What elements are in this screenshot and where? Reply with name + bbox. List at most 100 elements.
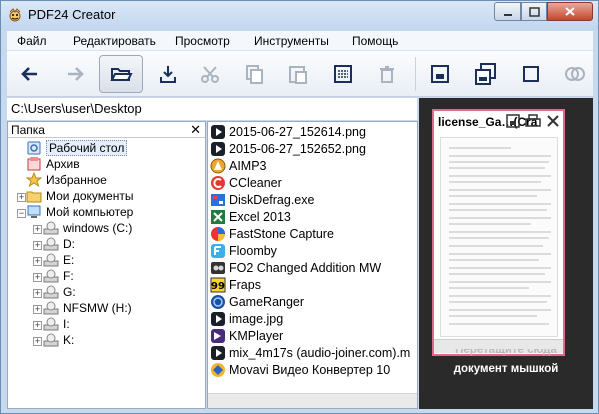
current-path: C:\Users\user\Desktop [11,101,142,116]
expand-toggle[interactable]: + [33,305,42,314]
tree-item-drive-d[interactable]: D: [43,236,75,252]
toolbar [7,51,593,97]
preview-page-thumbnail [440,137,558,337]
expand-toggle[interactable]: + [17,193,26,202]
cut-button[interactable] [191,55,229,93]
open-folder-icon [110,68,133,81]
merge-button[interactable] [556,55,594,93]
save-icon[interactable] [506,114,520,128]
folder-icon [26,191,42,203]
defrag-icon [211,193,225,206]
star-icon [26,172,42,188]
expand-toggle[interactable]: + [33,337,42,346]
file-item[interactable]: 99 Fraps [210,276,261,293]
tree-item-my-computer[interactable]: Мой компьютер [26,204,133,220]
file-item[interactable]: Excel 2013 [210,208,291,225]
delete-icon [380,66,394,83]
paste-icon [289,66,307,84]
delete-button[interactable] [368,55,406,93]
file-item[interactable]: 2015-06-27_152614.png [210,123,366,140]
close-tree-button[interactable]: ✕ [190,122,201,138]
fraps-icon: 99 [210,277,226,292]
compress-button[interactable] [324,55,362,93]
window-title: PDF24 Creator [28,7,116,22]
copy-button[interactable] [235,55,273,93]
path-bar[interactable]: C:\Users\user\Desktop [7,98,417,120]
tree-item-my-documents[interactable]: Мои документы [26,188,133,204]
close-icon[interactable] [547,115,559,127]
drop-hint: Перетащите сюда документ мышкой [453,349,559,375]
expand-toggle[interactable]: + [33,225,42,234]
tree-item-drive-k[interactable]: K: [43,332,74,348]
expand-toggle[interactable]: + [33,321,42,330]
save-as-icon [475,63,496,85]
expand-toggle[interactable]: + [33,241,42,250]
title-bar[interactable]: PDF24 Creator [1,1,598,30]
media-icon [211,141,225,156]
file-item[interactable]: FO2 Changed Addition MW [210,259,381,276]
file-item[interactable]: mix_4m17s (audio-joiner.com).m [210,344,410,361]
tree-item-drive-c[interactable]: windows (C:) [43,220,132,236]
open-folder-button[interactable] [99,55,143,93]
file-item[interactable]: KMPlayer [210,327,283,344]
expand-toggle[interactable]: + [33,257,42,266]
desktop-icon [27,141,41,155]
file-item[interactable]: CCleaner [210,174,282,191]
maximize-icon [528,6,540,17]
crop-button[interactable] [512,55,550,93]
tree-item-drive-e[interactable]: E: [43,252,74,268]
tree-item-drive-i[interactable]: I: [43,316,70,332]
save-button[interactable] [421,55,459,93]
maximize-button[interactable] [521,2,547,21]
forward-button[interactable] [56,55,94,93]
merge-icon [565,67,585,81]
file-item[interactable]: 2015-06-27_152652.png [210,140,366,157]
preview-document[interactable]: license_Ga…(Cra [432,109,565,356]
folder-tree-panel: Папка ✕ Рабочий стол Архив Избранное + М… [7,121,206,409]
save-icon [431,65,449,83]
import-button[interactable] [149,55,187,93]
preview-actions [506,114,559,128]
file-item[interactable]: Movavi Видео Конвертер 10 [210,361,390,378]
tree-item-archive[interactable]: Архив [26,156,80,172]
tree-item-drive-h[interactable]: NFSMW (H:) [43,300,132,316]
menu-edit[interactable]: Редактировать [73,34,156,48]
tree-item-drive-g[interactable]: G: [43,284,76,300]
close-icon [565,7,575,16]
save-as-button[interactable] [466,55,504,93]
tree-item-desktop[interactable]: Рабочий стол [26,140,128,156]
file-item[interactable]: Floomby [210,242,277,259]
paste-button[interactable] [279,55,317,93]
media-icon [211,345,225,360]
compress-icon [334,65,352,83]
file-item[interactable]: GameRanger [210,293,304,310]
app-window: PDF24 Creator Файл Редактировать Просмот… [0,0,599,414]
back-button[interactable] [11,55,49,93]
print-icon[interactable] [525,114,541,127]
expand-toggle[interactable]: + [33,289,42,298]
menu-tools[interactable]: Инструменты [254,34,329,48]
file-item[interactable]: DiskDefrag.exe [210,191,314,208]
menu-file[interactable]: Файл [17,34,47,48]
collapse-toggle[interactable]: − [17,209,26,218]
game-icon [211,261,225,274]
drive-icon [43,269,59,283]
horizontal-scrollbar[interactable] [208,393,417,408]
minimize-button[interactable] [494,2,521,21]
tree-item-favorites[interactable]: Избранное [26,172,107,188]
file-item[interactable]: AIMP3 [210,157,267,174]
file-item[interactable]: image.jpg [210,310,283,327]
menu-help[interactable]: Помощь [352,34,398,48]
close-window-button[interactable] [547,2,593,21]
expand-toggle[interactable]: + [33,273,42,282]
menu-view[interactable]: Просмотр [175,34,230,48]
excel-icon [211,209,225,224]
tree-item-drive-f[interactable]: F: [43,268,74,284]
ccleaner-icon [211,175,225,190]
import-icon [160,66,176,83]
back-icon [21,67,37,81]
drive-icon [43,253,59,267]
media-icon [211,311,225,326]
file-item[interactable]: FastStone Capture [210,225,334,242]
preview-panel: license_Ga…(Cra Перетащите сюда документ… [419,98,593,409]
